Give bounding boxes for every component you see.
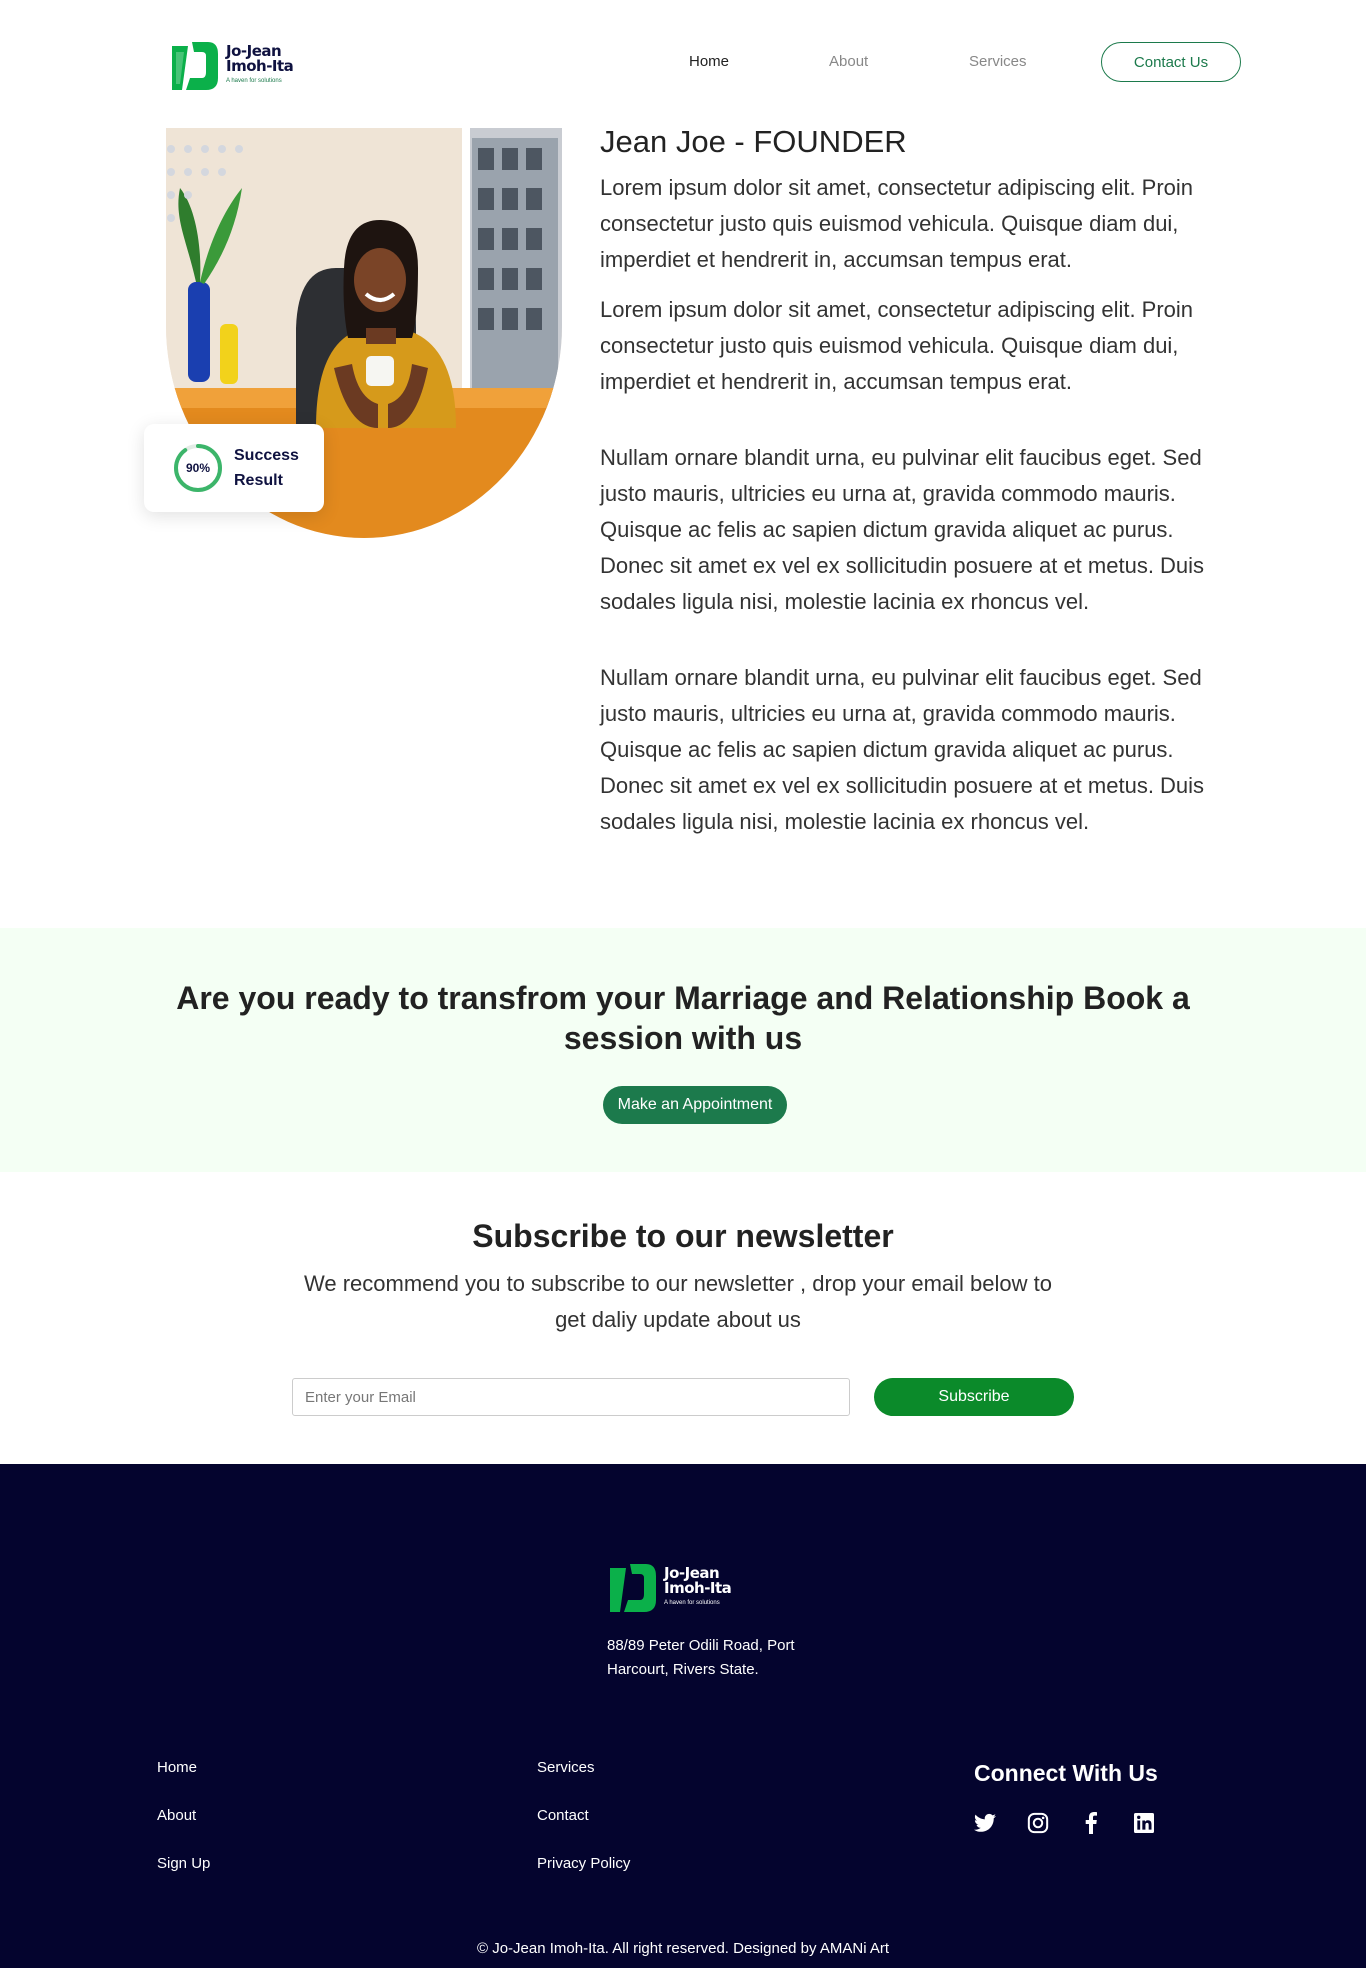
footer-link-home[interactable]: Home <box>157 1756 210 1779</box>
email-input[interactable] <box>292 1378 850 1416</box>
footer-link-signup[interactable]: Sign Up <box>157 1852 210 1875</box>
make-appointment-button[interactable]: Make an Appointment <box>603 1086 787 1124</box>
twitter-icon[interactable] <box>970 1808 1000 1838</box>
site-footer: Jo-Jean Imoh-Ita A haven for solutions 8… <box>0 1464 1366 1968</box>
connect-title: Connect With Us <box>974 1760 1158 1786</box>
badge-line2: Result <box>234 472 283 489</box>
bottom-strip <box>0 1968 1366 1980</box>
badge-text: Success Result <box>234 443 299 493</box>
footer-logo[interactable]: Jo-Jean Imoh-Ita A haven for solutions <box>606 1560 732 1616</box>
subscribe-button[interactable]: Subscribe <box>874 1378 1074 1416</box>
footer-link-about[interactable]: About <box>157 1804 210 1827</box>
footer-address: 88/89 Peter Odili Road, Port Harcourt, R… <box>607 1637 795 1678</box>
nav-services[interactable]: Services <box>969 53 1027 70</box>
footer-logo-icon <box>610 1564 656 1612</box>
founder-paragraph-1: Lorem ipsum dolor sit amet, consectetur … <box>600 175 1194 272</box>
linkedin-icon[interactable] <box>1129 1808 1159 1838</box>
footer-links-col1: Home About Sign Up <box>157 1756 210 1900</box>
founder-paragraph-2: Lorem ipsum dolor sit amet, consectetur … <box>600 297 1194 394</box>
social-links <box>970 1808 1182 1838</box>
decorative-dots <box>167 145 243 222</box>
founder-paragraph-4: Nullam ornare blandit urna, eu pulvinar … <box>600 665 1205 834</box>
footer-link-privacy[interactable]: Privacy Policy <box>537 1852 630 1875</box>
nav-home[interactable]: Home <box>689 53 729 70</box>
instagram-icon[interactable] <box>1023 1808 1053 1838</box>
footer-link-services[interactable]: Services <box>537 1756 630 1779</box>
cta-section: Are you ready to transfrom your Marriage… <box>0 928 1366 1172</box>
progress-ring: 90% <box>172 442 224 494</box>
cta-title: Are you ready to transfrom your Marriage… <box>176 980 1190 1056</box>
facebook-icon[interactable] <box>1076 1808 1106 1838</box>
progress-percent: 90% <box>185 461 211 475</box>
footer-link-contact[interactable]: Contact <box>537 1804 630 1827</box>
contact-us-button[interactable]: Contact Us <box>1101 42 1241 82</box>
success-result-badge: 90% Success Result <box>144 424 324 512</box>
site-header: Jo-Jean Imoh-Ita A haven for solutions H… <box>0 0 1366 120</box>
footer-tagline: A haven for solutions <box>664 1599 720 1606</box>
copyright: © Jo-Jean Imoh-Ita. All right reserved. … <box>476 1940 890 1957</box>
footer-links-col2: Services Contact Privacy Policy <box>537 1756 630 1900</box>
footer-brand-line2: Imoh-Ita <box>664 1578 732 1597</box>
nav-about[interactable]: About <box>829 53 868 70</box>
newsletter-title: Subscribe to our newsletter <box>472 1218 894 1254</box>
badge-line1: Success <box>234 447 299 464</box>
founder-title: Jean Joe - FOUNDER <box>600 124 907 159</box>
founder-paragraph-3: Nullam ornare blandit urna, eu pulvinar … <box>600 445 1205 614</box>
newsletter-section: Subscribe to our newsletter We recommend… <box>0 1172 1366 1464</box>
founder-content: Jean Joe - FOUNDER Lorem ipsum dolor sit… <box>600 124 1240 854</box>
newsletter-description: We recommend you to subscribe to our new… <box>304 1271 1052 1332</box>
footer-wordmark: Jo-Jean Imoh-Ita A haven for solutions <box>664 1565 732 1611</box>
